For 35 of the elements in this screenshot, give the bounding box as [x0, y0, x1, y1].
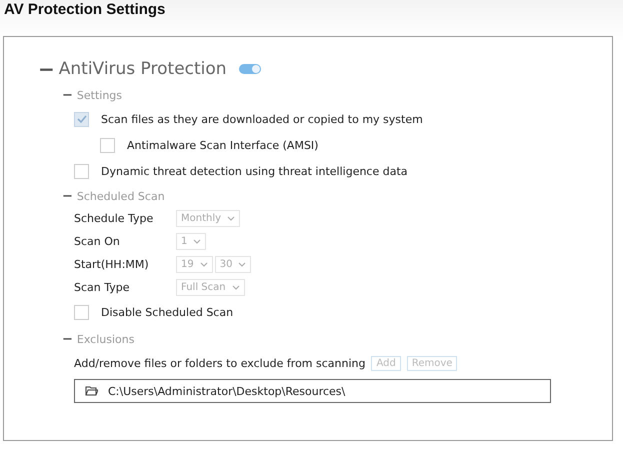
- checkbox[interactable]: [74, 164, 89, 178]
- section-title: AntiVirus Protection: [58, 59, 227, 79]
- collapse-toggle[interactable]: −: [38, 59, 55, 79]
- dropdown[interactable]: 30: [214, 256, 252, 273]
- checkbox-label: Dynamic threat detection using threat intelligence data: [101, 164, 408, 178]
- dropdown[interactable]: 1: [176, 233, 206, 250]
- chevron-down-icon: [227, 216, 236, 221]
- group-title: Settings: [76, 89, 122, 102]
- field-label: Scan Type: [74, 281, 131, 294]
- field-label: Start(HH:MM): [74, 258, 150, 271]
- checkbox[interactable]: [74, 304, 89, 320]
- chevron-down-icon: [193, 239, 202, 244]
- page-title: AV Protection Settings: [3, 0, 166, 20]
- checkbox[interactable]: [100, 138, 115, 152]
- chevron-down-icon: [238, 262, 246, 267]
- collapse-toggle[interactable]: −: [62, 190, 73, 203]
- exclusions-hint: Add/remove files or folders to exclude from scanning: [74, 357, 366, 370]
- dropdown[interactable]: Monthly: [176, 210, 240, 227]
- group-title: Exclusions: [76, 333, 134, 346]
- collapse-toggle[interactable]: −: [62, 333, 73, 346]
- field-label: Scan On: [74, 235, 121, 248]
- chevron-down-icon: [200, 262, 208, 267]
- folder-icon: [85, 386, 98, 396]
- checkbox-label: Scan files as they are downloaded or copied to my system: [101, 112, 423, 126]
- field-label: Schedule Type: [74, 212, 154, 225]
- dropdown[interactable]: 19: [176, 256, 213, 273]
- path-field[interactable]: C:\Users\Administrator\Desktop\Resources\: [74, 379, 551, 403]
- toggle-switch[interactable]: [238, 64, 261, 74]
- checkmark-icon: [76, 114, 86, 124]
- dropdown[interactable]: Full Scan: [176, 279, 245, 296]
- checkbox-label: Antimalware Scan Interface (AMSI): [127, 138, 318, 152]
- group-title: Scheduled Scan: [76, 190, 165, 203]
- chevron-down-icon: [232, 285, 240, 290]
- collapse-toggle[interactable]: −: [62, 89, 73, 102]
- checkbox-label: Disable Scheduled Scan: [101, 306, 234, 318]
